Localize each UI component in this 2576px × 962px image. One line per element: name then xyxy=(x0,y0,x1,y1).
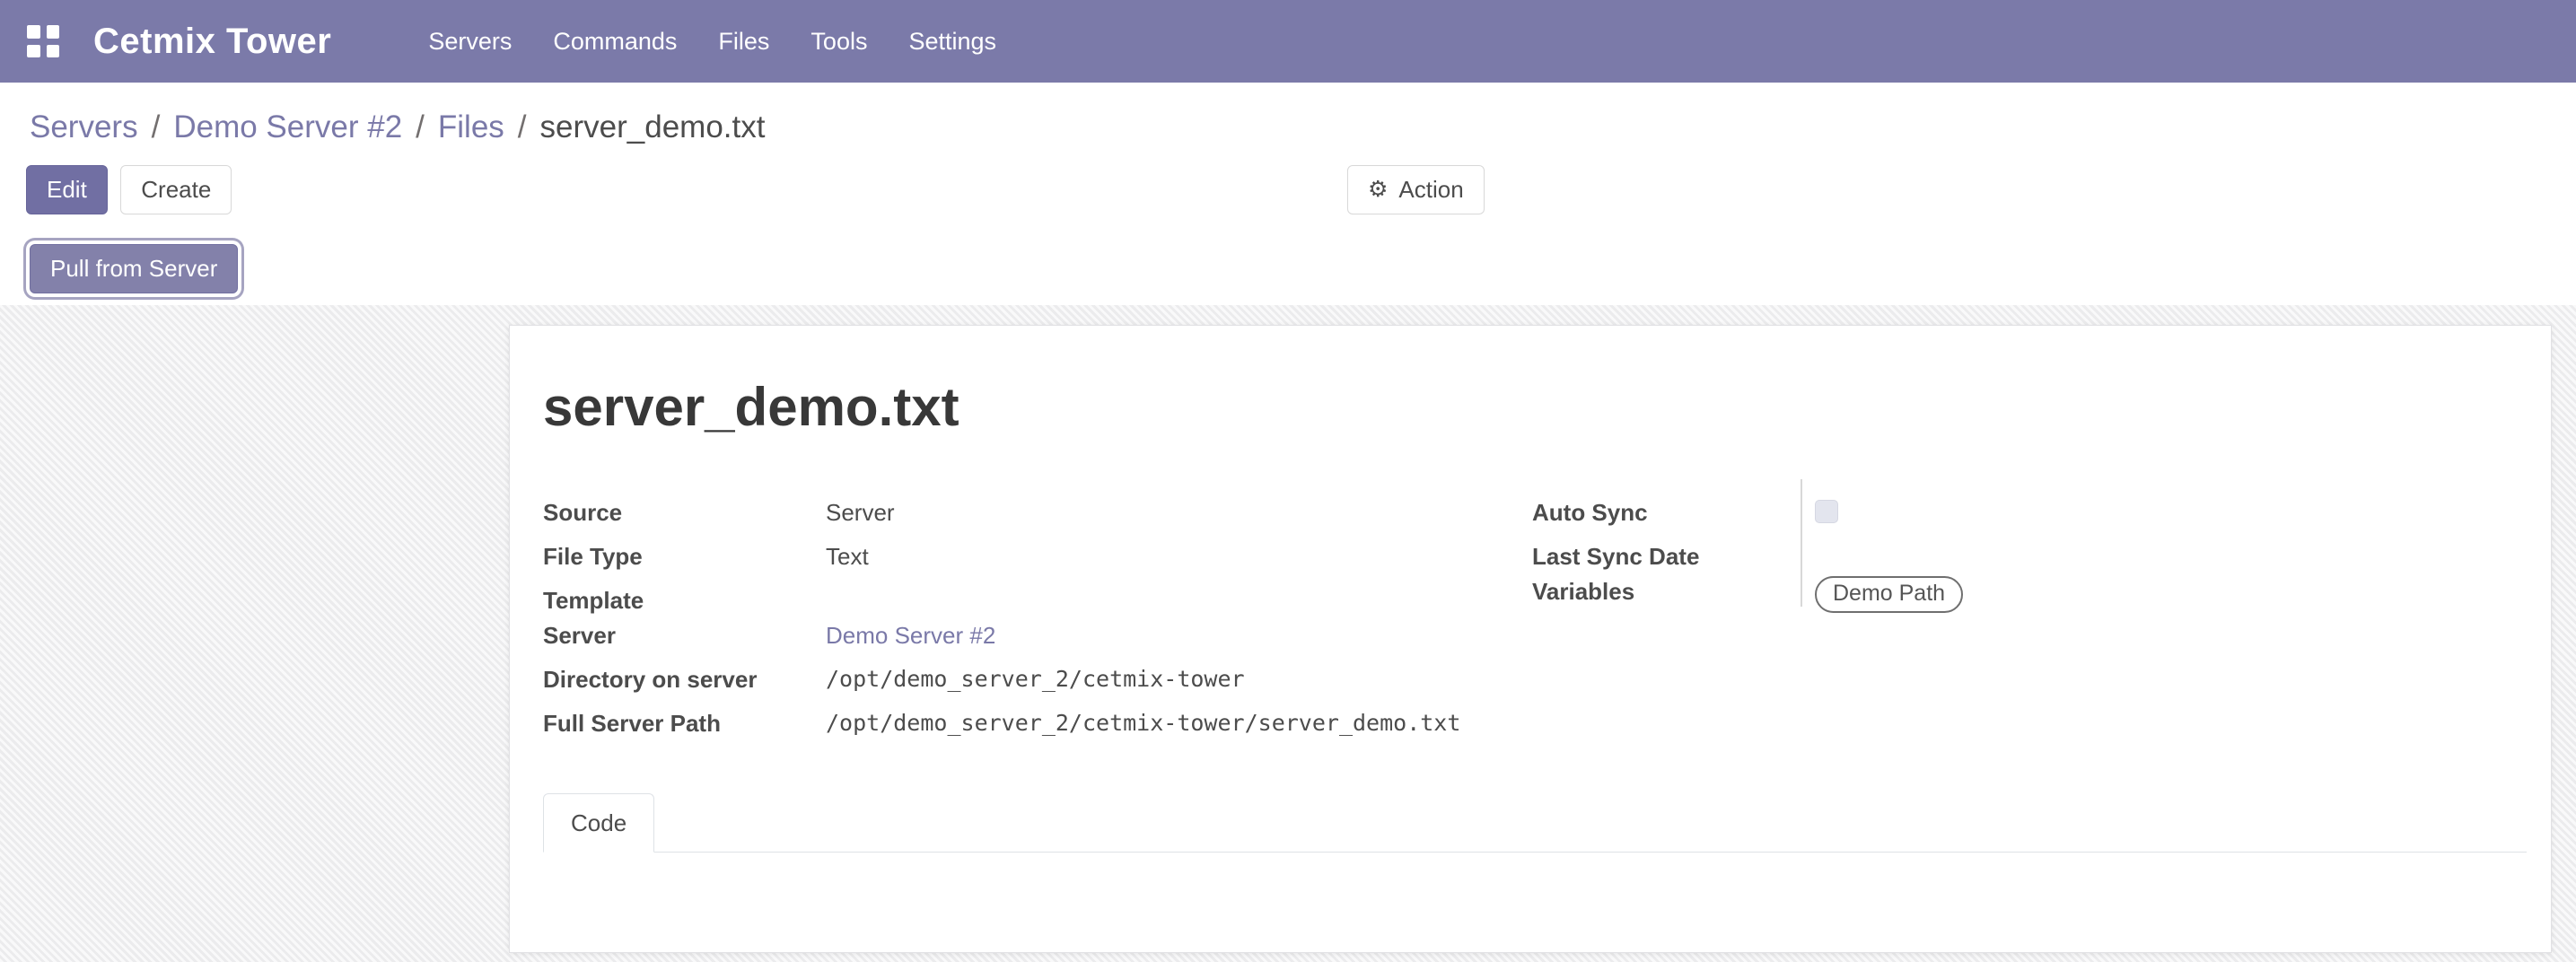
gear-icon: ⚙ xyxy=(1368,179,1388,201)
field-row-source: Source Server xyxy=(543,497,1532,541)
field-label-source: Source xyxy=(543,497,826,528)
breadcrumb-item-demo-server[interactable]: Demo Server #2 xyxy=(173,109,402,145)
field-value-directory: /opt/demo_server_2/cetmix-tower xyxy=(826,664,1245,695)
apps-grid-icon[interactable] xyxy=(27,25,59,57)
breadcrumb-current-file: server_demo.txt xyxy=(540,109,766,145)
menu-item-files[interactable]: Files xyxy=(697,0,790,83)
field-row-server: Server Demo Server #2 xyxy=(543,620,1532,664)
field-value-auto-sync xyxy=(1815,497,1838,530)
field-row-directory: Directory on server /opt/demo_server_2/c… xyxy=(543,664,1532,708)
field-label-template: Template xyxy=(543,585,826,616)
breadcrumb-separator: / xyxy=(152,109,161,145)
action-button[interactable]: ⚙ Action xyxy=(1347,165,1485,214)
field-row-last-sync-date: Last Sync Date xyxy=(1532,541,2527,576)
field-value-source: Server xyxy=(826,497,895,528)
field-label-auto-sync: Auto Sync xyxy=(1532,497,1815,528)
field-label-variables: Variables xyxy=(1532,576,1815,607)
server-link[interactable]: Demo Server #2 xyxy=(826,622,995,649)
field-value-server: Demo Server #2 xyxy=(826,620,995,651)
breadcrumb-separator: / xyxy=(416,109,425,145)
breadcrumb-item-servers[interactable]: Servers xyxy=(30,109,138,145)
field-label-server: Server xyxy=(543,620,826,651)
field-row-full-path: Full Server Path /opt/demo_server_2/cetm… xyxy=(543,708,1532,752)
top-navbar: Cetmix Tower Servers Commands Files Tool… xyxy=(0,0,2576,83)
form-column-left: Source Server File Type Text Template Se… xyxy=(543,497,1532,752)
field-row-template: Template xyxy=(543,585,1532,620)
breadcrumb-item-files[interactable]: Files xyxy=(438,109,504,145)
record-title: server_demo.txt xyxy=(543,376,2527,438)
field-row-auto-sync: Auto Sync xyxy=(1532,497,2527,541)
object-buttons-row: Pull from Server xyxy=(0,232,2576,305)
field-label-file-type: File Type xyxy=(543,541,826,572)
field-value-variables: Demo Path xyxy=(1815,576,1963,613)
pull-from-server-button[interactable]: Pull from Server xyxy=(30,244,238,293)
tab-code[interactable]: Code xyxy=(543,793,654,853)
breadcrumb-separator: / xyxy=(518,109,527,145)
brand-title[interactable]: Cetmix Tower xyxy=(93,22,331,62)
menu-item-settings[interactable]: Settings xyxy=(888,0,1017,83)
create-button[interactable]: Create xyxy=(120,165,232,214)
menu-item-tools[interactable]: Tools xyxy=(790,0,888,83)
column-divider xyxy=(1801,479,1802,607)
form-column-right: Auto Sync Last Sync Date Variables Demo … xyxy=(1532,497,2527,752)
control-panel: Edit Create ⚙ Action xyxy=(0,153,2576,232)
field-row-file-type: File Type Text xyxy=(543,541,1532,585)
field-label-full-path: Full Server Path xyxy=(543,708,826,739)
field-value-full-path: /opt/demo_server_2/cetmix-tower/server_d… xyxy=(826,708,1460,739)
notebook-tabs: Code xyxy=(543,793,2527,853)
breadcrumb: Servers / Demo Server #2 / Files / serve… xyxy=(0,83,2576,153)
variable-tag-demo-path[interactable]: Demo Path xyxy=(1815,576,1963,613)
field-value-file-type: Text xyxy=(826,541,869,572)
edit-button[interactable]: Edit xyxy=(26,165,108,214)
menu-item-commands[interactable]: Commands xyxy=(532,0,697,83)
main-menu: Servers Commands Files Tools Settings xyxy=(407,0,1017,83)
field-label-last-sync-date: Last Sync Date xyxy=(1532,541,1815,572)
field-row-variables: Variables Demo Path xyxy=(1532,576,2527,620)
action-button-label: Action xyxy=(1398,176,1463,204)
menu-item-servers[interactable]: Servers xyxy=(407,0,532,83)
content-area: server_demo.txt Source Server File Type … xyxy=(0,305,2576,962)
form-sheet: server_demo.txt Source Server File Type … xyxy=(509,325,2552,953)
auto-sync-checkbox[interactable] xyxy=(1815,500,1838,523)
field-label-directory: Directory on server xyxy=(543,664,826,695)
form-fields: Source Server File Type Text Template Se… xyxy=(543,497,2527,752)
